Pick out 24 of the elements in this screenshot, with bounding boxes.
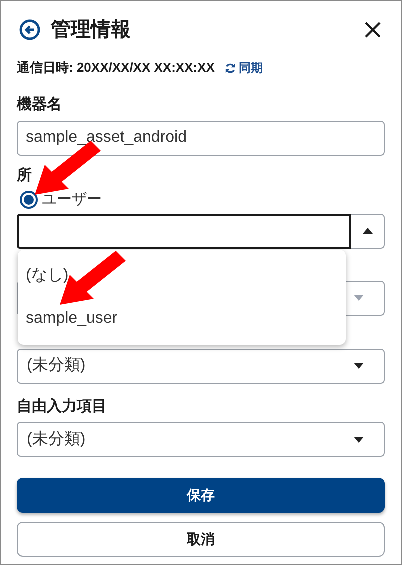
sync-link[interactable]: 同期 [224,59,263,77]
dropdown-toggle[interactable] [351,214,385,248]
device-name-field[interactable]: sample_asset_android [17,120,385,156]
select-value: (未分類) [27,356,86,376]
sync-time: 通信日時: 20XX/XX/XX XX:XX:XX [17,59,215,78]
refresh-icon [224,62,236,74]
page-title: 管理情報 [51,18,131,43]
select-value: (未分類) [27,430,86,450]
dropdown-option[interactable]: (なし) [18,264,346,288]
field-label: 機器名 [17,95,63,115]
dropdown-option[interactable]: sample_user [18,307,346,332]
save-button[interactable]: 保存 [17,478,385,513]
back-icon[interactable] [19,19,41,41]
caret-icon [354,436,364,442]
user-combobox-input[interactable] [17,214,351,248]
select-field[interactable]: (未分類) [17,422,385,457]
radio-label: ユーザー [42,190,102,210]
arrow-icon [60,251,126,305]
cancel-button[interactable]: 取消 [17,522,385,557]
close-icon[interactable] [365,22,381,38]
caret-icon [354,363,364,369]
field-label: 自由入力項目 [17,396,108,416]
select-field[interactable]: (未分類) [17,348,385,384]
field-label: 所 [17,166,32,186]
